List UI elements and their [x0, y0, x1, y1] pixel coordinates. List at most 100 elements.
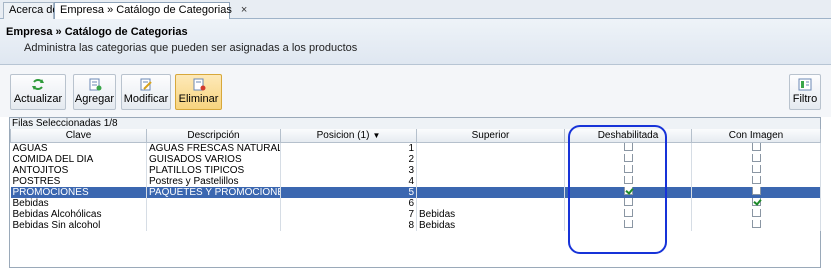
checkbox-con-imagen[interactable] — [751, 142, 761, 152]
cell-superior — [416, 197, 565, 209]
cell-con-imagen — [691, 153, 821, 165]
cell-deshabilitada — [564, 164, 692, 176]
filter-label: Filtro — [792, 93, 818, 105]
cell-superior: Bebidas — [416, 219, 565, 231]
table-row[interactable]: Bebidas Sin alcohol 8 Bebidas — [10, 219, 821, 231]
categories-table: Clave Descripción Posicion (1) ▼ Superior… — [10, 129, 821, 231]
refresh-button[interactable]: Actualizar — [10, 74, 66, 110]
cell-posicion: 6 — [280, 197, 417, 209]
cell-clave: Bebidas Sin alcohol — [10, 219, 147, 231]
table-row[interactable]: Bebidas 6 — [10, 197, 821, 209]
add-icon — [89, 78, 101, 91]
cell-posicion: 1 — [280, 142, 417, 154]
checkbox-deshabilitada[interactable] — [623, 197, 633, 207]
cell-superior — [416, 175, 565, 187]
delete-icon — [193, 78, 205, 91]
checkbox-deshabilitada[interactable] — [623, 153, 633, 163]
cell-posicion: 4 — [280, 175, 417, 187]
cell-deshabilitada — [564, 153, 692, 165]
column-header-posicion[interactable]: Posicion (1) ▼ — [280, 129, 417, 143]
cell-clave: POSTRES — [10, 175, 147, 187]
page-subtitle: Administra las categorias que pueden ser… — [24, 42, 358, 54]
delete-button[interactable]: Eliminar — [175, 74, 222, 110]
cell-con-imagen — [691, 142, 821, 154]
table-row[interactable]: PROMOCIONES PAQUETES Y PROMOCIONES 5 — [10, 186, 821, 198]
table-row[interactable]: Bebidas Alcohólicas 7 Bebidas — [10, 208, 821, 220]
cell-superior — [416, 186, 565, 198]
filter-icon — [798, 78, 812, 91]
table-header-row: Clave Descripción Posicion (1) ▼ Superior… — [10, 129, 821, 143]
column-header-label: Posicion (1) — [316, 129, 370, 141]
cell-deshabilitada — [564, 142, 692, 154]
cell-clave: AGUAS — [10, 142, 147, 154]
tab-label: Empresa » Catálogo de Categorias — [60, 4, 232, 16]
cell-superior — [416, 153, 565, 165]
cell-deshabilitada — [564, 219, 692, 231]
cell-descripcion — [146, 208, 281, 220]
tab-label: Acerca de — [9, 4, 59, 16]
cell-descripcion: Postres y Pastelillos — [146, 175, 281, 187]
checkbox-deshabilitada[interactable] — [623, 142, 633, 152]
cell-superior — [416, 164, 565, 176]
add-button[interactable]: Agregar — [73, 74, 116, 110]
table-body: AGUASAGUAS FRESCAS NATURALES1COMIDA DEL … — [10, 142, 821, 231]
close-icon[interactable]: × — [241, 4, 247, 16]
cell-descripcion: AGUAS FRESCAS NATURALES — [146, 142, 281, 154]
checkbox-deshabilitada[interactable] — [623, 186, 633, 196]
delete-label: Eliminar — [178, 93, 219, 105]
cell-con-imagen — [691, 208, 821, 220]
page-title: Empresa » Catálogo de Categorias — [6, 26, 188, 38]
refresh-label: Actualizar — [13, 93, 63, 105]
filter-button[interactable]: Filtro — [789, 74, 821, 110]
cell-clave: PROMOCIONES — [10, 186, 147, 198]
column-header-descripcion[interactable]: Descripción — [146, 129, 281, 143]
cell-posicion: 3 — [280, 164, 417, 176]
edit-label: Modificar — [123, 93, 169, 105]
cell-descripcion — [146, 197, 281, 209]
toolbar: Actualizar Agregar Modificar Eliminar Fi… — [0, 65, 831, 117]
table-row[interactable]: AGUASAGUAS FRESCAS NATURALES1 — [10, 142, 821, 154]
checkbox-deshabilitada[interactable] — [623, 175, 633, 185]
add-label: Agregar — [74, 93, 115, 105]
checkbox-deshabilitada[interactable] — [623, 208, 633, 218]
edit-button[interactable]: Modificar — [121, 74, 171, 110]
checkbox-con-imagen[interactable] — [751, 208, 761, 218]
sort-down-icon: ▼ — [372, 130, 381, 140]
cell-superior: Bebidas — [416, 208, 565, 220]
checkbox-con-imagen[interactable] — [751, 175, 761, 185]
cell-superior — [416, 142, 565, 154]
tab-catalogo-categorias[interactable]: Empresa » Catálogo de Categorias × — [54, 2, 247, 20]
cell-descripcion: PAQUETES Y PROMOCIONES — [146, 186, 281, 198]
cell-deshabilitada — [564, 197, 692, 209]
page-header: Empresa » Catálogo de Categorias Adminis… — [0, 19, 831, 65]
checkbox-deshabilitada[interactable] — [623, 164, 633, 174]
table-row[interactable]: COMIDA DEL DIA GUISADOS VARIOS 2 — [10, 153, 821, 165]
tab-acerca-de[interactable]: Acerca de — [3, 2, 59, 19]
column-header-con-imagen[interactable]: Con Imagen — [691, 129, 821, 143]
cell-descripcion: PLATILLOS TIPICOS — [146, 164, 281, 176]
checkbox-con-imagen[interactable] — [751, 219, 761, 229]
cell-deshabilitada — [564, 208, 692, 220]
checkbox-con-imagen[interactable] — [751, 186, 761, 196]
cell-posicion: 2 — [280, 153, 417, 165]
checkbox-con-imagen[interactable] — [751, 164, 761, 174]
column-header-deshabilitada[interactable]: Deshabilitada — [564, 129, 692, 143]
cell-con-imagen — [691, 197, 821, 209]
checkbox-con-imagen[interactable] — [751, 153, 761, 163]
table-row[interactable]: ANTOJITOS PLATILLOS TIPICOS 3 — [10, 164, 821, 176]
cell-con-imagen — [691, 164, 821, 176]
table-row[interactable]: POSTRES Postres y Pastelillos 4 — [10, 175, 821, 187]
cell-posicion: 7 — [280, 208, 417, 220]
cell-posicion: 8 — [280, 219, 417, 231]
cell-posicion: 5 — [280, 186, 417, 198]
cell-descripcion: GUISADOS VARIOS — [146, 153, 281, 165]
column-header-superior[interactable]: Superior — [416, 129, 565, 143]
selected-rows-caption: Filas Seleccionadas 1/8 — [10, 118, 820, 129]
checkbox-deshabilitada[interactable] — [623, 219, 633, 229]
cell-deshabilitada — [564, 186, 692, 198]
column-header-clave[interactable]: Clave — [10, 129, 147, 143]
checkbox-con-imagen[interactable] — [751, 197, 761, 207]
cell-descripcion — [146, 219, 281, 231]
cell-con-imagen — [691, 186, 821, 198]
cell-clave: COMIDA DEL DIA — [10, 153, 147, 165]
